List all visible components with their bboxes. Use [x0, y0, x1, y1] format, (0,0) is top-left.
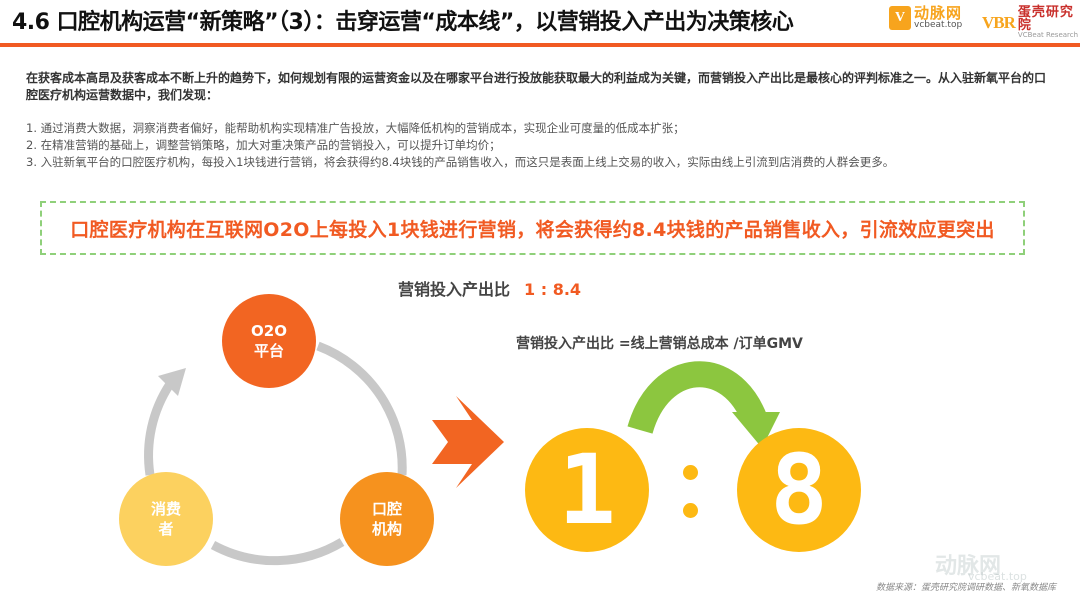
o2o-node-line1: O2O: [251, 322, 287, 340]
colon-dot-top: [683, 465, 698, 480]
dental-node-line2: 机构: [371, 520, 402, 538]
consumer-node-line2: 者: [158, 520, 174, 538]
o2o-platform-node: O2O 平台: [222, 294, 316, 388]
cycle-arc-bottom: [210, 538, 345, 566]
dental-node-line1: 口腔: [371, 500, 402, 518]
o2o-node-line2: 平台: [253, 342, 284, 360]
dental-institution-node: 口腔 机构: [340, 472, 434, 566]
ratio-right-number: 8: [737, 428, 861, 552]
cycle-arc-right: [316, 341, 407, 476]
colon-dot-bottom: [683, 503, 698, 518]
ratio-left-number: 1: [525, 428, 649, 552]
data-source-note: 数据来源：蛋壳研究院调研数据、新氧数据库: [876, 583, 1057, 593]
right-arrow-icon: [432, 396, 504, 488]
consumer-node: 消费 者: [119, 472, 213, 566]
consumer-node-line1: 消费: [150, 500, 181, 518]
green-arc-arrow-icon: [627, 361, 768, 435]
cycle-arc-left: [144, 381, 174, 476]
